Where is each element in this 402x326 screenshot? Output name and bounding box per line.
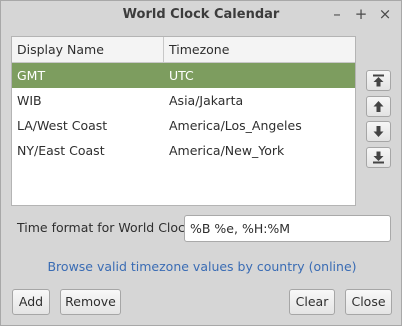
table-row[interactable]: WIB Asia/Jakarta <box>12 88 355 113</box>
display-name-cell: WIB <box>17 93 42 108</box>
timezone-cell: America/Los_Angeles <box>169 118 302 133</box>
title-bar[interactable]: World Clock Calendar – + × <box>1 1 401 29</box>
close-window-button[interactable]: × <box>377 6 393 22</box>
move-to-bottom-button[interactable] <box>366 147 391 168</box>
time-format-input[interactable]: %B %e, %H:%M <box>184 215 391 242</box>
timezone-list[interactable]: Display Name Timezone GMT UTC WIB Asia/J… <box>11 36 356 206</box>
remove-button[interactable]: Remove <box>60 289 121 315</box>
move-down-button[interactable] <box>366 121 391 142</box>
minimize-button[interactable]: – <box>329 6 345 22</box>
column-header-timezone[interactable]: Timezone <box>164 37 355 62</box>
move-to-top-button[interactable] <box>366 70 391 91</box>
add-button[interactable]: Add <box>12 289 50 315</box>
browse-timezones-link[interactable]: Browse valid timezone values by country … <box>1 259 402 274</box>
timezone-cell: Asia/Jakarta <box>169 93 244 108</box>
maximize-button[interactable]: + <box>353 6 369 22</box>
display-name-cell: GMT <box>17 68 46 83</box>
table-row[interactable]: GMT UTC <box>12 63 355 88</box>
table-row[interactable]: NY/East Coast America/New_York <box>12 138 355 163</box>
move-up-button[interactable] <box>366 96 391 117</box>
clear-button[interactable]: Clear <box>289 289 335 315</box>
close-button[interactable]: Close <box>345 289 392 315</box>
timezone-cell: UTC <box>169 68 194 83</box>
display-name-cell: LA/West Coast <box>17 118 108 133</box>
table-header: Display Name Timezone <box>12 37 355 63</box>
table-row[interactable]: LA/West Coast America/Los_Angeles <box>12 113 355 138</box>
display-name-cell: NY/East Coast <box>17 143 105 158</box>
world-clock-dialog: World Clock Calendar – + × Display Name … <box>0 0 402 326</box>
timezone-cell: America/New_York <box>169 143 285 158</box>
column-header-display-name[interactable]: Display Name <box>12 37 164 62</box>
time-format-label: Time format for World Clocks <box>17 220 199 235</box>
